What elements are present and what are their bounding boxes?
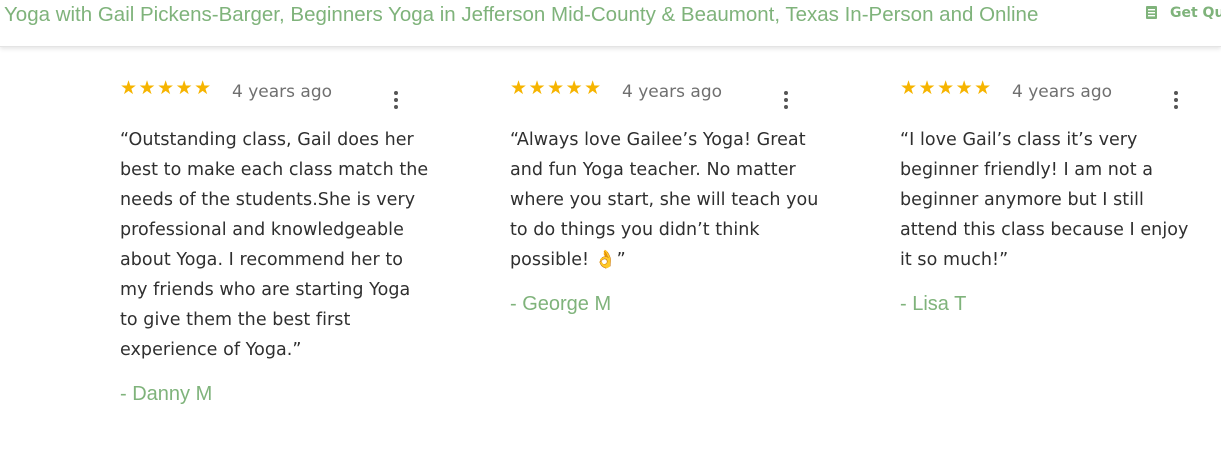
review-author: - Lisa T	[900, 293, 967, 315]
get-quote-label: Get Quote	[1170, 5, 1221, 21]
star-rating: ★★★★★	[510, 77, 603, 99]
get-quote-button[interactable]: Get Quote	[1146, 4, 1221, 22]
review-author: - George M	[510, 293, 612, 315]
site-header: Yoga with Gail Pickens-Barger, Beginners…	[0, 0, 1221, 47]
form-icon	[1146, 6, 1157, 19]
more-vert-icon	[784, 91, 788, 95]
review-meta: ★★★★★ 4 years ago	[120, 77, 430, 109]
more-vert-dot	[1174, 98, 1178, 102]
review-card: ★★★★★ 4 years ago “Always love Gailee’s …	[510, 78, 820, 316]
review-card: ★★★★★ 4 years ago “Outstanding class, Ga…	[120, 78, 430, 406]
review-text: “I love Gail’s class it’s very beginner …	[900, 130, 1189, 270]
site-title[interactable]: Yoga with Gail Pickens-Barger, Beginners…	[4, 3, 1104, 27]
star-rating: ★★★★★	[120, 77, 213, 99]
review-text: “Outstanding class, Gail does her best t…	[120, 130, 429, 360]
review-meta: ★★★★★ 4 years ago	[510, 77, 820, 109]
review-meta: ★★★★★ 4 years ago	[900, 77, 1210, 109]
review-date: 4 years ago	[622, 82, 723, 102]
more-vert-dot	[394, 98, 398, 102]
more-vert-dot	[784, 98, 788, 102]
more-vert-icon	[394, 91, 398, 95]
star-rating: ★★★★★	[900, 77, 993, 99]
review-card: ★★★★★ 4 years ago “I love Gail’s class i…	[900, 78, 1210, 316]
more-vert-dot	[1174, 105, 1178, 109]
review-text: “Always love Gailee’s Yoga! Great and fu…	[510, 130, 819, 270]
review-date: 4 years ago	[232, 82, 333, 102]
review-author: - Danny M	[120, 383, 213, 405]
more-options-button[interactable]	[390, 91, 402, 111]
more-vert-dot	[394, 105, 398, 109]
more-options-button[interactable]	[780, 91, 792, 111]
review-date: 4 years ago	[1012, 82, 1113, 102]
more-vert-icon	[1174, 91, 1178, 95]
more-vert-dot	[784, 105, 788, 109]
more-options-button[interactable]	[1170, 91, 1182, 111]
